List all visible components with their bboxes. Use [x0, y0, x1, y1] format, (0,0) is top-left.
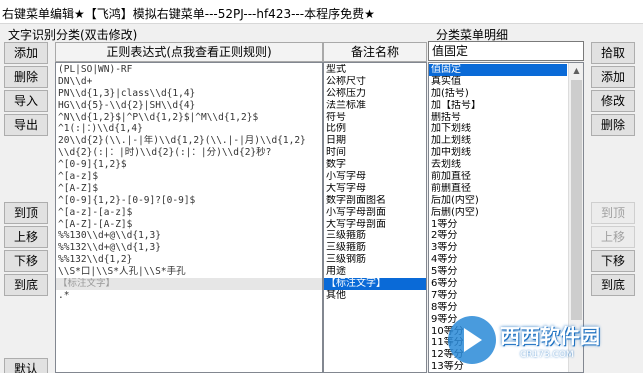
remark-row[interactable]: 比例: [324, 123, 426, 135]
regex-row[interactable]: ^[a-z]-[a-z]$: [56, 207, 322, 219]
left-section-label: 文字识别分类(双击修改): [8, 28, 138, 42]
detail-item[interactable]: 12等分: [429, 349, 567, 361]
remark-row[interactable]: 型式: [324, 64, 426, 76]
remark-row[interactable]: 公称压力: [324, 88, 426, 100]
detail-move-up-button[interactable]: 上移: [591, 226, 635, 248]
regex-row[interactable]: 【标注文字】: [56, 278, 322, 290]
detail-item[interactable]: 9等分: [429, 314, 567, 326]
regex-row[interactable]: ^[A-Z]-[A-Z]$: [56, 219, 322, 231]
detail-add-button[interactable]: 添加: [591, 66, 635, 88]
detail-item[interactable]: 13等分: [429, 361, 567, 372]
detail-item[interactable]: 删括号: [429, 112, 567, 124]
remark-row[interactable]: 三级箍筋: [324, 242, 426, 254]
remark-row[interactable]: 法兰标准: [324, 100, 426, 112]
regex-row[interactable]: %%132\\d{1,2}: [56, 254, 322, 266]
detail-scrollbar[interactable]: ▲: [568, 63, 583, 372]
regex-row[interactable]: ^1(:|：)\\d{1,4}: [56, 123, 322, 135]
detail-move-bottom-button[interactable]: 到底: [591, 274, 635, 296]
regex-row[interactable]: ^[0-9]{1,2}-[0-9]?[0-9]$: [56, 195, 322, 207]
remark-row[interactable]: 公称尺寸: [324, 76, 426, 88]
export-button[interactable]: 导出: [4, 114, 48, 136]
regex-row[interactable]: HG\\d{5}-\\d{2}|SH\\d{4}: [56, 100, 322, 112]
regex-row[interactable]: %%130\\d+@\\d{1,3}: [56, 230, 322, 242]
detail-item[interactable]: 去划线: [429, 159, 567, 171]
delete-button[interactable]: 删除: [4, 66, 48, 88]
detail-move-down-button[interactable]: 下移: [591, 250, 635, 272]
detail-modify-button[interactable]: 修改: [591, 90, 635, 112]
detail-item[interactable]: 3等分: [429, 242, 567, 254]
regex-row[interactable]: ^N\\d{1,2}$|^P\\d{1,2}$|^M\\d{1,2}$: [56, 112, 322, 124]
remark-row[interactable]: 大写字母: [324, 183, 426, 195]
move-bottom-button[interactable]: 到底: [4, 274, 48, 296]
add-button[interactable]: 添加: [4, 42, 48, 64]
detail-item[interactable]: 5等分: [429, 266, 567, 278]
regex-row[interactable]: %%132\\d+@\\d{1,3}: [56, 242, 322, 254]
regex-row[interactable]: 20\\d{2}(\\.|-|年)\\d{1,2}(\\.|-|月)\\d{1,…: [56, 135, 322, 147]
pick-button[interactable]: 拾取: [591, 42, 635, 64]
detail-item[interactable]: 4等分: [429, 254, 567, 266]
detail-input[interactable]: 值固定: [428, 41, 584, 61]
scroll-up-icon[interactable]: ▲: [569, 63, 583, 79]
regex-column-header[interactable]: 正则表达式(点我查看正则规则): [55, 42, 323, 62]
title-bar: 右键菜单编辑★【飞鸿】模拟右键菜单---52PJ---hf423---本程序免费…: [0, 0, 643, 24]
regex-list[interactable]: (PL|SO|WN)-RF DN\\d+ PN\\d{1,3}|class\\d{1…: [55, 62, 323, 373]
detail-item[interactable]: 7等分: [429, 290, 567, 302]
remark-row[interactable]: 【标注文字】: [324, 278, 426, 290]
regex-row[interactable]: ^[0-9]{1,2}$: [56, 159, 322, 171]
remark-column-header: 备注名称: [323, 42, 427, 62]
detail-item[interactable]: 加【括号】: [429, 100, 567, 112]
detail-item[interactable]: 8等分: [429, 302, 567, 314]
import-button[interactable]: 导入: [4, 90, 48, 112]
detail-move-top-button[interactable]: 到顶: [591, 202, 635, 224]
detail-item[interactable]: 真实值: [429, 76, 567, 88]
detail-item[interactable]: 后删(内空): [429, 207, 567, 219]
remark-row[interactable]: 小写字母: [324, 171, 426, 183]
scroll-thumb[interactable]: [571, 80, 582, 320]
remark-row[interactable]: 用途: [324, 266, 426, 278]
regex-row[interactable]: .*: [56, 290, 322, 302]
detail-item[interactable]: 6等分: [429, 278, 567, 290]
move-down-button[interactable]: 下移: [4, 250, 48, 272]
detail-item[interactable]: 前删直径: [429, 183, 567, 195]
remark-row[interactable]: 符号: [324, 112, 426, 124]
detail-item[interactable]: 1等分: [429, 219, 567, 231]
detail-item[interactable]: 加上划线: [429, 135, 567, 147]
regex-row[interactable]: \\S*口|\\S*人孔|\\S*手孔: [56, 266, 322, 278]
remark-row[interactable]: 小写字母剖面: [324, 207, 426, 219]
regex-row[interactable]: DN\\d+: [56, 76, 322, 88]
regex-row[interactable]: (PL|SO|WN)-RF: [56, 64, 322, 76]
detail-item[interactable]: 加中划线: [429, 147, 567, 159]
detail-item[interactable]: 后加(内空): [429, 195, 567, 207]
detail-item[interactable]: 2等分: [429, 230, 567, 242]
move-up-button[interactable]: 上移: [4, 226, 48, 248]
remark-row[interactable]: 数字剖面图名: [324, 195, 426, 207]
detail-item[interactable]: 10等分: [429, 326, 567, 338]
remark-row[interactable]: 数字: [324, 159, 426, 171]
detail-item[interactable]: 加下划线: [429, 123, 567, 135]
detail-list[interactable]: 值固定 真实值 加(括号) 加【括号】 删括号 加下划线 加上划线 加中划线 去划线 前加直径 前删…: [428, 62, 584, 373]
remark-row[interactable]: 日期: [324, 135, 426, 147]
remark-list[interactable]: 型式 公称尺寸 公称压力 法兰标准 符号 比例 日期 时间 数字 小写字母 大写字母 数字剖面图名 小写…: [323, 62, 427, 373]
detail-item[interactable]: 11等分: [429, 337, 567, 349]
detail-item[interactable]: 前加直径: [429, 171, 567, 183]
detail-item[interactable]: 值固定: [429, 64, 567, 76]
remark-row[interactable]: 大写字母剖面: [324, 219, 426, 231]
regex-row[interactable]: ^[A-Z]$: [56, 183, 322, 195]
regex-row[interactable]: \\d{2}(:|：|时)\\d{2}(:|：|分)\\d{2}秒?: [56, 147, 322, 159]
regex-row[interactable]: ^[a-z]$: [56, 171, 322, 183]
move-top-button[interactable]: 到顶: [4, 202, 48, 224]
default-button[interactable]: 默认: [4, 358, 48, 373]
window-title: 右键菜单编辑★【飞鸿】模拟右键菜单---52PJ---hf423---本程序免费…: [2, 7, 375, 21]
detail-delete-button[interactable]: 删除: [591, 114, 635, 136]
detail-item[interactable]: 加(括号): [429, 88, 567, 100]
regex-row[interactable]: PN\\d{1,3}|class\\d{1,4}: [56, 88, 322, 100]
remark-row[interactable]: 其他: [324, 290, 426, 302]
remark-row[interactable]: 三级箍筋: [324, 230, 426, 242]
remark-row[interactable]: 三级钢筋: [324, 254, 426, 266]
remark-row[interactable]: 时间: [324, 147, 426, 159]
